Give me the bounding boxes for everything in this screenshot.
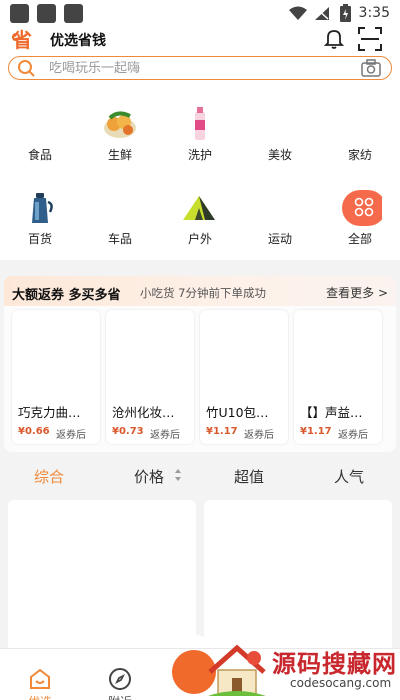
promo-card-suffix: 返券后 (244, 430, 274, 441)
category-label: 运动 (267, 232, 292, 246)
search-input[interactable] (49, 58, 349, 78)
promo-title: 大额返券 多买多省 (12, 288, 121, 303)
category-makeup[interactable]: 美妆 (240, 106, 320, 166)
category-label: 生鲜 (107, 148, 132, 162)
promo-card[interactable]: 竹U10包… ¥1.17 返券后 (200, 310, 288, 444)
promo-section: 大额返券 多买多省 小吃货 7分钟前下单成功 查看更多 > 巧克力曲… ¥0.6… (4, 276, 396, 452)
promo-card-name: 竹U10包… (206, 405, 269, 420)
category-label: 百货 (27, 232, 52, 246)
category-fresh[interactable]: 生鲜 (80, 106, 160, 166)
category-label: 美妆 (267, 148, 292, 162)
category-sports[interactable]: 运动 (240, 190, 320, 250)
status-time: 3:35 (358, 5, 390, 21)
compass-icon (109, 668, 131, 690)
promo-card-price: ¥1.17 (206, 426, 238, 437)
promo-card-price: ¥1.17 (300, 426, 332, 437)
sort-tab-comprehensive[interactable]: 综合 (34, 466, 64, 487)
category-all[interactable]: 全部 (320, 190, 400, 250)
notification-icon (37, 4, 56, 23)
tab-nearby[interactable]: 附近 (80, 649, 160, 700)
promo-card-suffix: 返券后 (338, 430, 368, 441)
tab-label: 优选 (0, 693, 80, 700)
fruit-icon (104, 111, 136, 138)
category-label: 全部 (347, 232, 372, 246)
sort-bar: 综合 价格 超值 人气 (0, 458, 400, 494)
promo-card-name: 沧州化妆… (112, 405, 175, 420)
grid-all-icon (342, 190, 382, 226)
app-bar: 省 优选省钱 (0, 26, 400, 54)
watermark-text: 源码搜藏网 (272, 650, 397, 678)
promo-card-suffix: 返券后 (56, 430, 86, 441)
promo-card-name: 巧克力曲… (18, 405, 81, 420)
promo-card-price: ¥0.66 (18, 426, 50, 437)
wifi-icon (289, 6, 307, 20)
sort-tab-price[interactable]: 价格 (134, 466, 164, 487)
category-label: 洗护 (187, 148, 212, 162)
category-car[interactable]: 车品 (80, 190, 160, 250)
tab-label: 附近 (80, 693, 160, 700)
signal-icon (315, 7, 329, 20)
promo-card-price: ¥0.73 (112, 426, 144, 437)
category-label: 食品 (27, 148, 52, 162)
notification-icon (10, 4, 29, 23)
battery-icon (340, 4, 351, 22)
promo-more-link[interactable]: 查看更多 > (326, 284, 388, 301)
sort-arrows-icon (175, 469, 181, 481)
sort-tab-popular[interactable]: 人气 (334, 466, 364, 487)
tab-home[interactable]: 优选 (0, 649, 80, 700)
search-icon (18, 60, 35, 77)
category-food[interactable]: 食品 (0, 106, 80, 166)
search-area (0, 54, 400, 82)
category-wash[interactable]: 洗护 (160, 106, 240, 166)
logo-icon: 省 (12, 29, 32, 51)
kettle-icon (32, 193, 53, 223)
status-bar: 3:35 (0, 0, 400, 26)
scan-icon[interactable] (358, 27, 382, 51)
category-general[interactable]: 百货 (0, 190, 80, 250)
search-bar[interactable] (8, 56, 392, 80)
bottle-icon (195, 107, 205, 140)
promo-card[interactable]: 沧州化妆… ¥0.73 返券后 (106, 310, 194, 444)
tent-icon (183, 196, 215, 220)
category-grid: 食品 生鲜 洗护 美妆 家纺 百货 车品 户外 运动 全部 (0, 82, 400, 260)
promo-card[interactable]: 【】声益… ¥1.17 返券后 (294, 310, 382, 444)
home-icon (30, 668, 50, 689)
promo-card-suffix: 返券后 (150, 430, 180, 441)
promo-card[interactable]: 巧克力曲… ¥0.66 返券后 (12, 310, 100, 444)
house-logo-icon (208, 644, 266, 696)
sort-tab-value[interactable]: 超值 (234, 466, 264, 487)
category-label: 车品 (107, 232, 132, 246)
promo-subtitle: 小吃货 7分钟前下单成功 (140, 286, 266, 300)
category-outdoor[interactable]: 户外 (160, 190, 240, 250)
category-label: 户外 (187, 232, 212, 246)
category-label: 家纺 (347, 148, 372, 162)
category-textile[interactable]: 家纺 (320, 106, 400, 166)
notification-icon (64, 4, 83, 23)
watermark-url: codesocang.com (290, 676, 392, 690)
camera-icon[interactable] (361, 59, 381, 77)
watermark: 源码搜藏网 codesocang.com (200, 638, 400, 700)
app-title: 优选省钱 (50, 33, 106, 49)
bell-icon[interactable] (324, 28, 344, 50)
promo-card-name: 【】声益… (300, 405, 363, 420)
